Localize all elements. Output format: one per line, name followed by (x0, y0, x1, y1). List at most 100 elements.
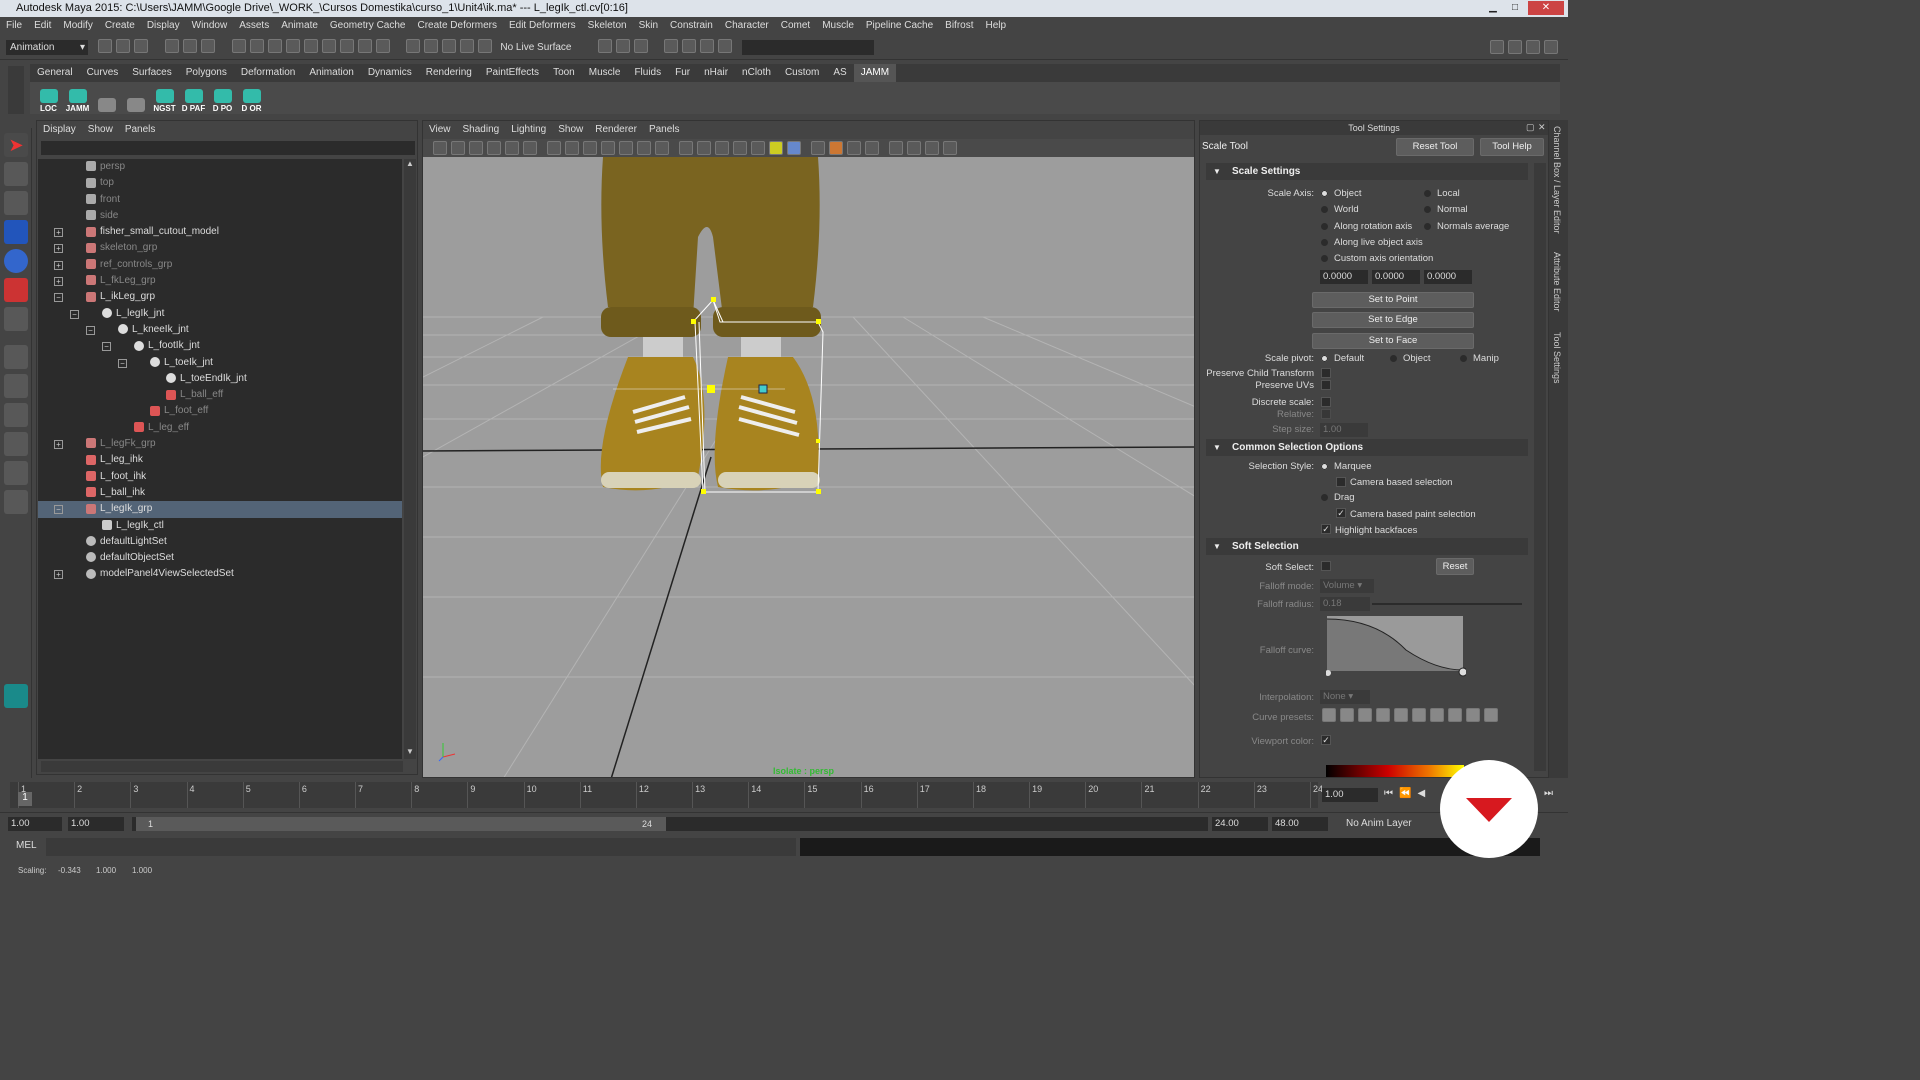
shelf-tab-curves[interactable]: Curves (80, 64, 126, 82)
layout-c-icon[interactable] (1526, 40, 1540, 54)
shelf-tab-general[interactable]: General (30, 64, 80, 82)
set-to-face-button[interactable]: Set to Face (1312, 333, 1474, 349)
outliner-hscrollbar[interactable] (41, 761, 403, 772)
outliner-filter-field[interactable] (41, 141, 415, 155)
range-start-field[interactable]: 1.00 (8, 817, 62, 831)
set-to-point-button[interactable]: Set to Point (1312, 292, 1474, 308)
outliner-item[interactable]: + ref_controls_grp (38, 257, 402, 273)
move-tool-icon[interactable] (4, 220, 28, 244)
lock-icon[interactable] (357, 38, 372, 53)
menu-bifrost[interactable]: Bifrost (939, 17, 979, 35)
render-icon[interactable] (406, 38, 421, 53)
outliner-item[interactable]: persp (38, 159, 402, 175)
axis-custom-radio[interactable]: Custom axis orientation (1321, 253, 1433, 264)
menu-geometry-cache[interactable]: Geometry Cache (324, 17, 412, 35)
safe-action-icon[interactable] (637, 141, 651, 155)
falloff-mode-dropdown[interactable]: Volume ▾ (1320, 579, 1374, 593)
play-back-icon[interactable]: ◀ (1417, 788, 1425, 799)
new-scene-icon[interactable] (98, 38, 112, 53)
shelf-button-tool-2[interactable] (92, 83, 121, 113)
select-hierarchy-icon[interactable] (164, 38, 179, 53)
shelf-button-tool-3[interactable] (121, 83, 150, 113)
outliner-item[interactable]: L_ball_ihk (38, 485, 402, 501)
outliner-item[interactable]: top (38, 175, 402, 191)
axis-rotation-radio[interactable]: Along rotation axis (1321, 221, 1412, 232)
range-slider-track[interactable]: 1 24 (132, 817, 1208, 831)
expand-icon[interactable]: + (54, 440, 63, 450)
outliner-item[interactable]: + skeleton_grp (38, 240, 402, 256)
output-icon[interactable] (615, 38, 630, 53)
preset-smooth-icon[interactable] (1358, 708, 1372, 722)
help-icon[interactable] (339, 38, 354, 53)
scale-settings-section[interactable]: Scale Settings (1206, 163, 1528, 180)
2d-pan-icon[interactable] (505, 141, 519, 155)
current-frame-field[interactable]: 1.00 (1322, 788, 1378, 802)
collapse-icon[interactable]: − (70, 309, 79, 319)
outliner-item[interactable]: − L_toeIk_jnt (38, 355, 402, 371)
collapse-icon[interactable]: − (102, 342, 111, 352)
viewport-menu-panels[interactable]: Panels (643, 121, 686, 139)
relative-checkbox[interactable] (1321, 409, 1331, 419)
outliner-item[interactable]: side (38, 208, 402, 224)
axis-object-radio[interactable]: Object (1321, 188, 1361, 199)
ambient-occlusion-icon[interactable] (811, 141, 825, 155)
tool-settings-tab[interactable]: Tool Settings (1552, 332, 1562, 384)
axis-live-object-radio[interactable]: Along live object axis (1321, 237, 1423, 248)
preset-wave-icon[interactable] (1448, 708, 1462, 722)
xray-joints-icon[interactable] (907, 141, 921, 155)
select-tool-icon[interactable]: ➤ (4, 133, 28, 157)
soft-selection-section[interactable]: Soft Selection (1206, 538, 1528, 555)
xray-icon[interactable] (751, 141, 765, 155)
layout-custom-icon[interactable] (4, 490, 28, 514)
clipboard-icon[interactable] (633, 38, 648, 53)
render-view-icon[interactable] (460, 38, 475, 53)
anim-layer-dropdown[interactable]: No Anim Layer (1334, 817, 1434, 831)
outliner-item[interactable]: − L_legIk_jnt (38, 306, 402, 322)
minimize-icon[interactable]: ▁ (1482, 1, 1504, 15)
outliner-menu-panels[interactable]: Panels (119, 121, 162, 139)
collapse-icon[interactable]: − (86, 325, 95, 335)
ipr-icon[interactable] (375, 38, 390, 53)
camera-attr-icon[interactable] (451, 141, 465, 155)
preset-ease-icon[interactable] (1340, 708, 1354, 722)
shelf-tab-deformation[interactable]: Deformation (234, 64, 302, 82)
pivot-object-radio[interactable]: Object (1390, 353, 1430, 364)
range-end-field[interactable]: 24.00 (1212, 817, 1268, 831)
step-back-icon[interactable]: ⏪ (1399, 788, 1411, 799)
bookmark-icon[interactable] (469, 141, 483, 155)
layout-d-icon[interactable] (1544, 40, 1558, 54)
snap-plane-icon[interactable] (285, 38, 300, 53)
layout-single-icon[interactable] (4, 345, 28, 369)
shelf-tab-surfaces[interactable]: Surfaces (125, 64, 178, 82)
outliner-item[interactable]: L_foot_ihk (38, 469, 402, 485)
layout-graph-icon[interactable] (4, 432, 28, 456)
menu-help[interactable]: Help (980, 17, 1013, 35)
outliner-item[interactable]: − L_footIk_jnt (38, 338, 402, 354)
viewport-menu-shading[interactable]: Shading (457, 121, 506, 139)
outliner-item[interactable]: + fisher_small_cutout_model (38, 224, 402, 240)
viewport-color-checkbox[interactable]: ✓ (1321, 735, 1331, 745)
scale-manip-x-handle[interactable] (758, 384, 768, 394)
scroll-down-icon[interactable]: ▼ (404, 747, 416, 759)
preset-flat-icon[interactable] (1376, 708, 1390, 722)
outliner-item[interactable]: front (38, 192, 402, 208)
preset-bell-icon[interactable] (1394, 708, 1408, 722)
scale-manip-center[interactable] (707, 385, 715, 393)
shelf-tab-animation[interactable]: Animation (302, 64, 360, 82)
preset-linear-icon[interactable] (1322, 708, 1336, 722)
shelf-tab-custom[interactable]: Custom (778, 64, 826, 82)
expand-icon[interactable]: + (54, 260, 63, 270)
layout-hypershade-icon[interactable] (4, 461, 28, 485)
render-frame-icon[interactable] (664, 38, 679, 53)
collapse-icon[interactable]: − (54, 505, 63, 515)
menu-assets[interactable]: Assets (233, 17, 275, 35)
film-gate-icon[interactable] (565, 141, 579, 155)
input-icon[interactable] (597, 38, 612, 53)
lasso-tool-icon[interactable] (4, 162, 28, 186)
axis-normals-average-radio[interactable]: Normals average (1424, 221, 1509, 232)
tool-settings-scrollbar[interactable] (1534, 163, 1546, 771)
menu-muscle[interactable]: Muscle (816, 17, 860, 35)
quick-select-field[interactable] (742, 39, 875, 55)
outliner-item[interactable]: + L_legFk_grp (38, 436, 402, 452)
antialias-icon[interactable] (847, 141, 861, 155)
